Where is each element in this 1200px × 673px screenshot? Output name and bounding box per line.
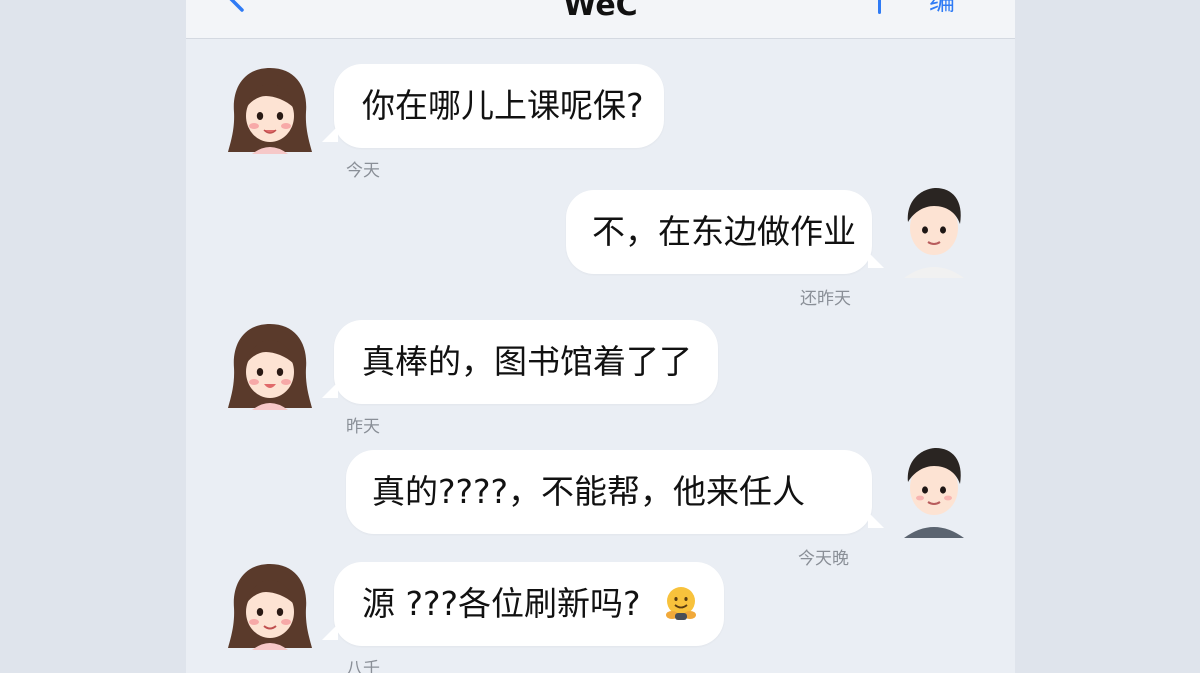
girl-avatar-icon xyxy=(228,564,312,650)
message-bubble[interactable]: 你在哪儿上课呢保? xyxy=(322,64,664,148)
message-text: 源 ???各位刷新吗? xyxy=(362,584,641,623)
chat-title: WeC xyxy=(563,0,638,23)
edit-button[interactable]: 编 xyxy=(929,0,955,22)
boy-avatar-icon xyxy=(904,448,964,538)
avatar[interactable] xyxy=(222,62,318,162)
girl-avatar-icon xyxy=(228,324,312,410)
girl-avatar-icon xyxy=(228,68,312,154)
message-timestamp: 今天 xyxy=(346,161,380,181)
message-text: 真棒的，图书馆着了了 xyxy=(362,342,692,381)
avatar[interactable] xyxy=(222,318,318,418)
message-timestamp: 昨天 xyxy=(346,417,380,437)
avatar[interactable] xyxy=(896,442,972,542)
message-bubble[interactable]: 真的????，不能帮，他来任人 xyxy=(346,450,884,534)
boy-avatar-icon xyxy=(904,188,964,278)
message-timestamp: 还昨天 xyxy=(800,289,851,309)
message-timestamp: 今天晚 xyxy=(798,549,849,569)
hugging-face-icon xyxy=(666,586,697,620)
message-text: 你在哪儿上课呢保? xyxy=(362,86,644,125)
avatar[interactable] xyxy=(896,182,972,282)
chat-header: WeC 编 xyxy=(186,0,1015,39)
message-bubble[interactable]: 真棒的，图书馆着了了 xyxy=(322,320,718,404)
message-bubble[interactable]: 源 ???各位刷新吗? xyxy=(322,562,724,646)
message-text: 不，在东边做作业 xyxy=(592,212,856,251)
avatar[interactable] xyxy=(222,558,318,658)
message-text: 真的????，不能帮，他来任人 xyxy=(372,472,806,511)
chat-window: WeC 编 你在哪儿上课呢保? 今天 不，在东边做作业 还昨天 真棒的，图书馆着… xyxy=(186,0,1015,673)
message-bubble[interactable]: 不，在东边做作业 xyxy=(566,190,884,274)
message-timestamp: 八千 xyxy=(346,659,380,673)
separator-icon xyxy=(878,0,881,14)
